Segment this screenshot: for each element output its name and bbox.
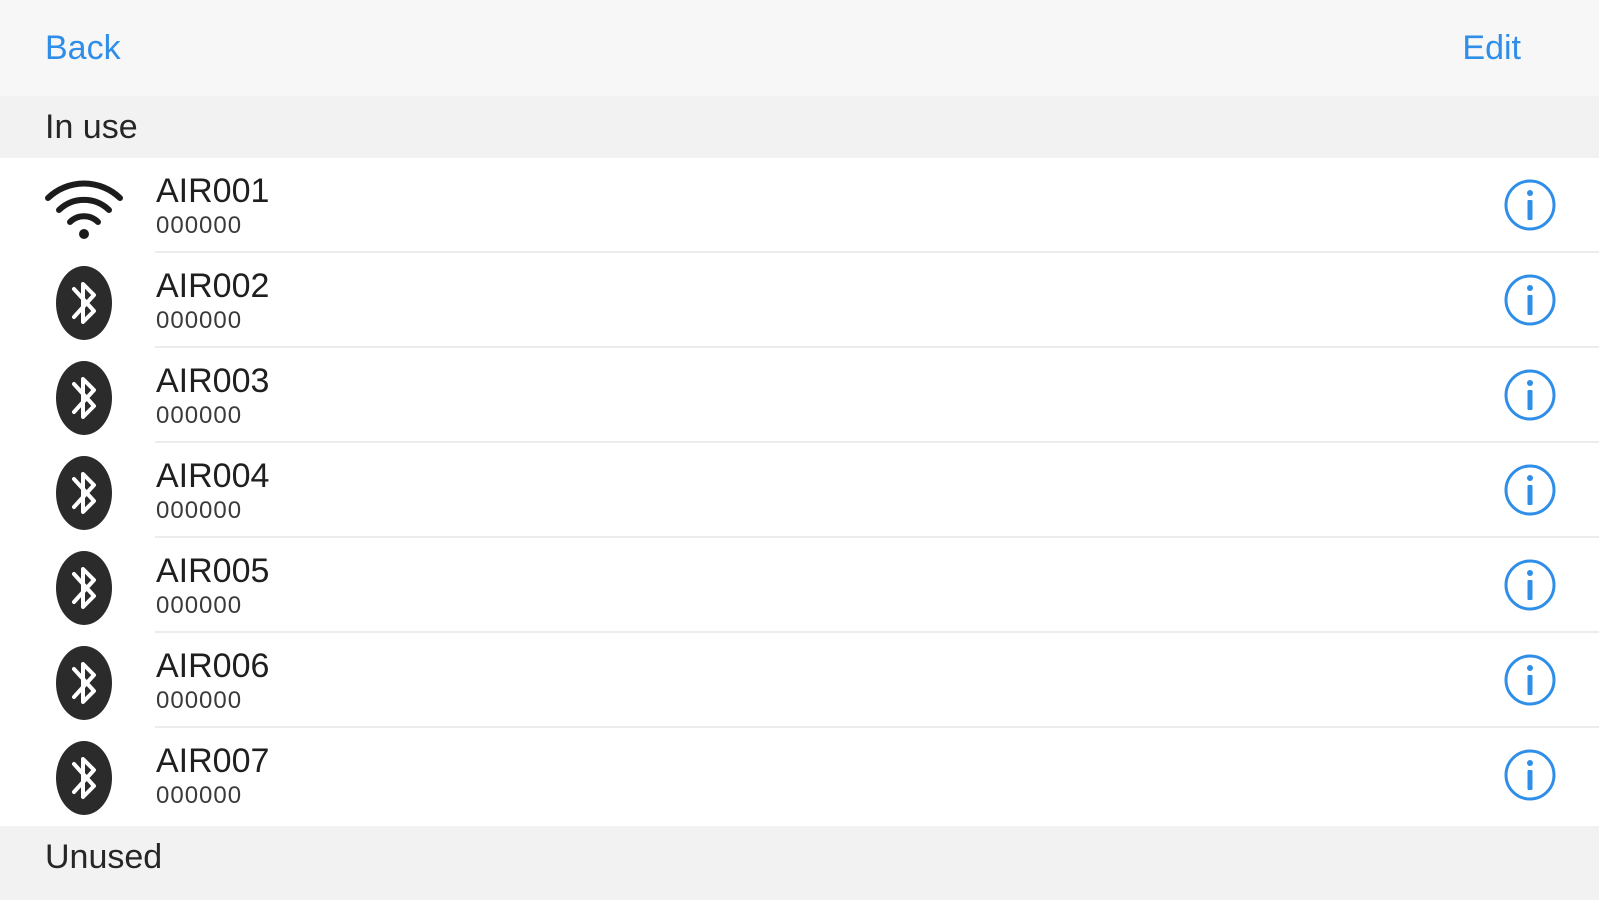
device-row-air007[interactable]: AIR007 000000: [0, 728, 1599, 823]
section-header-in-use: In use: [0, 96, 1599, 158]
device-code: 000000: [156, 307, 243, 334]
navigation-bar: Back Edit: [0, 0, 1599, 96]
section-title-unused: Unused: [45, 838, 163, 876]
device-list-screen: Back Edit In use AIR001 000000 AIR002 00…: [0, 0, 1599, 900]
back-button[interactable]: Back: [45, 28, 121, 68]
device-code: 000000: [156, 497, 243, 524]
info-icon[interactable]: [1503, 273, 1557, 327]
device-list: AIR001 000000 AIR002 000000 AIR003 00000…: [0, 158, 1599, 826]
device-row-air005[interactable]: AIR005 000000: [0, 538, 1599, 633]
device-code: 000000: [156, 592, 243, 619]
device-name: AIR003: [156, 362, 270, 400]
device-row-air003[interactable]: AIR003 000000: [0, 348, 1599, 443]
info-icon[interactable]: [1503, 368, 1557, 422]
bluetooth-icon: [56, 741, 112, 815]
info-icon[interactable]: [1503, 653, 1557, 707]
device-name: AIR006: [156, 647, 270, 685]
device-code: 000000: [156, 687, 243, 714]
section-title-in-use: In use: [45, 108, 138, 146]
device-row-air006[interactable]: AIR006 000000: [0, 633, 1599, 728]
device-name: AIR004: [156, 457, 270, 495]
device-code: 000000: [156, 402, 243, 429]
device-name: AIR005: [156, 552, 270, 590]
info-icon[interactable]: [1503, 463, 1557, 517]
info-icon[interactable]: [1503, 748, 1557, 802]
bluetooth-icon: [56, 456, 112, 530]
device-code: 000000: [156, 782, 243, 809]
device-name: AIR001: [156, 172, 270, 210]
edit-button[interactable]: Edit: [1462, 28, 1521, 68]
info-icon[interactable]: [1503, 558, 1557, 612]
section-header-unused: Unused: [0, 826, 1599, 900]
bluetooth-icon: [56, 361, 112, 435]
device-row-air002[interactable]: AIR002 000000: [0, 253, 1599, 348]
wifi-icon: [45, 180, 123, 239]
device-code: 000000: [156, 212, 243, 239]
device-name: AIR007: [156, 742, 270, 780]
device-name: AIR002: [156, 267, 270, 305]
bluetooth-icon: [56, 646, 112, 720]
bluetooth-icon: [56, 266, 112, 340]
bluetooth-icon: [56, 551, 112, 625]
device-row-air001[interactable]: AIR001 000000: [0, 158, 1599, 253]
info-icon[interactable]: [1503, 178, 1557, 232]
device-row-air004[interactable]: AIR004 000000: [0, 443, 1599, 538]
